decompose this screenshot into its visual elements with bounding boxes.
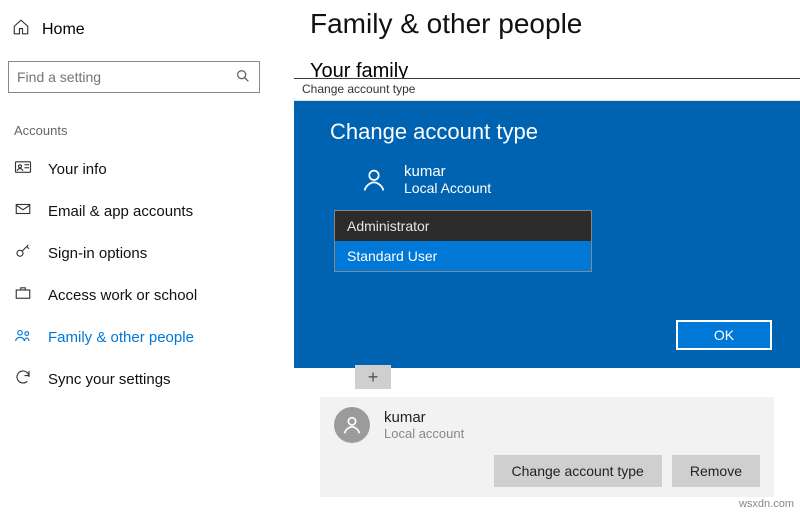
dialog-user-name: kumar: [404, 163, 491, 180]
sync-icon: [14, 368, 32, 390]
plus-icon: +: [368, 367, 379, 388]
other-user-card[interactable]: kumar Local account Change account type …: [320, 397, 774, 497]
home-label: Home: [42, 21, 85, 39]
sidebar-item-your-info[interactable]: Your info: [8, 148, 260, 190]
account-type-dropdown[interactable]: Administrator Standard User: [334, 210, 592, 272]
sidebar-item-work-school[interactable]: Access work or school: [8, 274, 260, 316]
people-icon: [14, 326, 32, 348]
user-card-name: kumar: [384, 409, 464, 426]
search-icon: [235, 68, 251, 87]
person-icon: [358, 164, 390, 196]
home-nav[interactable]: Home: [8, 12, 260, 47]
page-title: Family & other people: [310, 8, 800, 40]
key-icon: [14, 242, 32, 264]
home-icon: [12, 18, 30, 41]
mail-icon: [14, 200, 32, 222]
add-user-button[interactable]: +: [355, 365, 391, 389]
dropdown-option-administrator[interactable]: Administrator: [335, 211, 591, 241]
sidebar-item-family-people[interactable]: Family & other people: [8, 316, 260, 358]
dropdown-option-standard-user[interactable]: Standard User: [335, 241, 591, 271]
dialog-user-text: kumar Local Account: [404, 163, 491, 196]
sidebar-item-email-accounts[interactable]: Email & app accounts: [8, 190, 260, 232]
sidebar-item-label: Sync your settings: [48, 371, 171, 388]
sidebar-item-label: Your info: [48, 161, 107, 178]
sidebar-item-label: Access work or school: [48, 287, 197, 304]
sidebar-item-label: Family & other people: [48, 329, 194, 346]
user-card-type: Local account: [384, 426, 464, 441]
search-box[interactable]: [8, 61, 260, 93]
dialog-footer: OK: [330, 320, 772, 350]
change-account-type-dialog: Change account type Change account type …: [294, 78, 800, 368]
sidebar-item-label: Sign-in options: [48, 245, 147, 262]
dialog-body: Change account type kumar Local Account …: [294, 101, 800, 368]
dialog-user-block: kumar Local Account: [358, 163, 772, 196]
search-input[interactable]: [17, 69, 235, 85]
dialog-titlebar: Change account type: [294, 79, 800, 101]
watermark: wsxdn.com: [739, 498, 794, 510]
sidebar-item-label: Email & app accounts: [48, 203, 193, 220]
sidebar-item-sync-settings[interactable]: Sync your settings: [8, 358, 260, 400]
dialog-heading: Change account type: [330, 119, 772, 145]
person-card-icon: [14, 158, 32, 180]
ok-button[interactable]: OK: [676, 320, 772, 350]
dialog-user-type: Local Account: [404, 180, 491, 196]
main-content: Family & other people Your family: [310, 0, 800, 83]
section-label: Accounts: [14, 123, 260, 138]
settings-sidebar: Home Accounts Your info Email & app acco…: [0, 0, 280, 400]
user-card-header: kumar Local account: [334, 407, 760, 443]
change-account-type-button[interactable]: Change account type: [494, 455, 662, 487]
remove-button[interactable]: Remove: [672, 455, 760, 487]
sidebar-item-signin-options[interactable]: Sign-in options: [8, 232, 260, 274]
person-icon: [334, 407, 370, 443]
user-card-text: kumar Local account: [384, 409, 464, 441]
briefcase-icon: [14, 284, 32, 306]
user-card-buttons: Change account type Remove: [334, 455, 760, 487]
